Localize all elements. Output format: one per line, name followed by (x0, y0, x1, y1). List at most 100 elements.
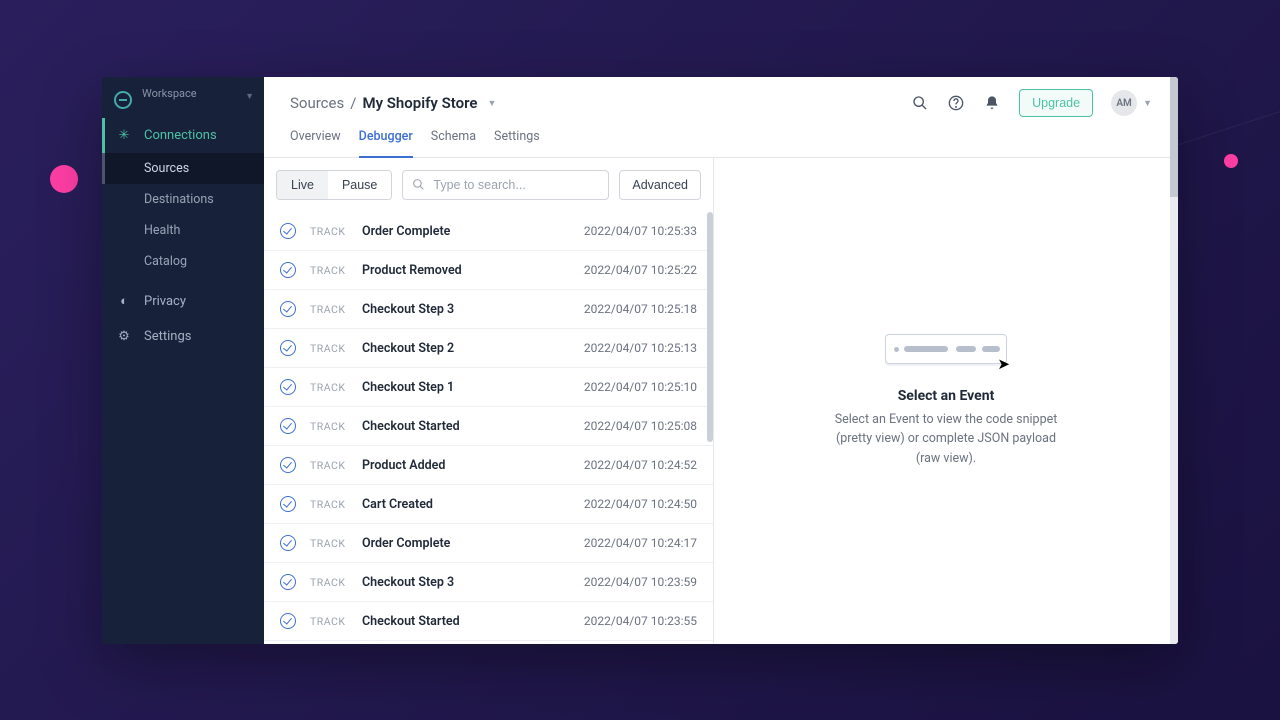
event-row[interactable]: TRACKOrder Complete2022/04/07 10:25:33 (264, 212, 713, 251)
scrollbar[interactable] (707, 212, 713, 442)
check-circle-icon (280, 262, 296, 278)
nav-privacy[interactable]: ◐ Privacy (102, 283, 264, 319)
live-pause-toggle: Live Pause (276, 170, 392, 200)
gear-icon: ⚙ (116, 329, 132, 344)
chevron-down-icon[interactable]: ▼ (1143, 98, 1152, 109)
scrollbar[interactable] (1170, 77, 1178, 644)
bell-icon[interactable] (983, 94, 1001, 112)
event-timestamp: 2022/04/07 10:25:18 (584, 302, 697, 316)
nav-settings[interactable]: ⚙ Settings (102, 319, 264, 354)
breadcrumb-current[interactable]: My Shopify Store (362, 94, 477, 112)
event-row[interactable]: TRACKCheckout Started2022/04/07 10:23:55 (264, 602, 713, 641)
sidebar: Workspace ▼ ✳ Connections Sources Destin… (102, 77, 264, 644)
event-name: Order Complete (362, 224, 584, 239)
event-row[interactable]: TRACKCheckout Step 22022/04/07 10:25:13 (264, 329, 713, 368)
event-timestamp: 2022/04/07 10:24:17 (584, 536, 697, 550)
decor-dot (50, 165, 78, 193)
event-timestamp: 2022/04/07 10:23:55 (584, 614, 697, 628)
event-name: Checkout Started (362, 419, 584, 434)
event-row[interactable]: TRACKProduct Added2022/04/07 10:24:52 (264, 446, 713, 485)
tab-overview[interactable]: Overview (290, 129, 341, 157)
event-type: TRACK (310, 537, 362, 550)
event-row[interactable]: TRACKCart Created2022/04/07 10:24:50 (264, 485, 713, 524)
help-icon[interactable] (947, 94, 965, 112)
check-circle-icon (280, 535, 296, 551)
event-type: TRACK (310, 615, 362, 628)
logo-icon (114, 91, 132, 109)
event-timestamp: 2022/04/07 10:25:13 (584, 341, 697, 355)
event-type: TRACK (310, 303, 362, 316)
connections-icon: ✳ (116, 128, 132, 143)
check-circle-icon (280, 496, 296, 512)
event-row[interactable]: TRACKCheckout Step 32022/04/07 10:25:18 (264, 290, 713, 329)
event-list-pane: Live Pause Advanced TRACKOrder Complete2… (264, 158, 714, 644)
event-name: Checkout Step 2 (362, 341, 584, 356)
check-circle-icon (280, 574, 296, 590)
check-circle-icon (280, 223, 296, 239)
event-name: Cart Created (362, 497, 584, 512)
cursor-icon: ➤ (997, 355, 1010, 373)
app-window: Workspace ▼ ✳ Connections Sources Destin… (102, 77, 1178, 644)
event-row[interactable]: TRACKProduct Removed2022/04/07 10:25:22 (264, 251, 713, 290)
subnav-destinations[interactable]: Destinations (102, 184, 264, 215)
tab-settings[interactable]: Settings (494, 129, 540, 157)
event-row[interactable]: TRACKOrder Complete2022/04/07 10:24:17 (264, 524, 713, 563)
event-timestamp: 2022/04/07 10:24:50 (584, 497, 697, 511)
pause-button[interactable]: Pause (328, 171, 391, 199)
breadcrumb: Sources / My Shopify Store ▼ (290, 94, 496, 112)
list-toolbar: Live Pause Advanced (264, 158, 713, 212)
empty-state-graphic: ➤ (885, 334, 1007, 364)
check-circle-icon (280, 301, 296, 317)
decor-dot (1224, 154, 1238, 168)
tabs: Overview Debugger Schema Settings (264, 123, 1178, 158)
live-button[interactable]: Live (277, 171, 328, 199)
search-input[interactable] (402, 170, 609, 200)
search-icon[interactable] (911, 94, 929, 112)
event-timestamp: 2022/04/07 10:23:59 (584, 575, 697, 589)
chevron-down-icon: ▼ (245, 91, 254, 102)
event-row[interactable]: TRACKCheckout Step 12022/04/07 10:25:10 (264, 368, 713, 407)
nav-label: Privacy (144, 294, 186, 309)
workspace-label: Workspace (142, 87, 197, 100)
tab-debugger[interactable]: Debugger (359, 129, 413, 158)
nav-label: Settings (144, 329, 191, 344)
nav-connections[interactable]: ✳ Connections (102, 118, 264, 153)
subnav-catalog[interactable]: Catalog (102, 246, 264, 277)
event-name: Checkout Step 3 (362, 302, 584, 317)
check-circle-icon (280, 418, 296, 434)
workspace-name (142, 100, 197, 112)
event-type: TRACK (310, 381, 362, 394)
check-circle-icon (280, 457, 296, 473)
event-timestamp: 2022/04/07 10:25:33 (584, 224, 697, 238)
empty-state-title: Select an Event (898, 388, 995, 404)
event-row[interactable]: TRACKCheckout Started2022/04/07 10:25:08 (264, 407, 713, 446)
main: Sources / My Shopify Store ▼ Upgrade AM (264, 77, 1178, 644)
workspace-switcher[interactable]: Workspace ▼ (102, 77, 264, 118)
nav-label: Connections (144, 128, 217, 143)
event-type: TRACK (310, 576, 362, 589)
breadcrumb-sep: / (350, 94, 356, 112)
check-circle-icon (280, 379, 296, 395)
breadcrumb-root[interactable]: Sources (290, 94, 344, 112)
event-type: TRACK (310, 498, 362, 511)
event-timestamp: 2022/04/07 10:25:08 (584, 419, 697, 433)
upgrade-button[interactable]: Upgrade (1019, 89, 1093, 117)
event-name: Checkout Step 1 (362, 380, 584, 395)
event-name: Checkout Started (362, 614, 584, 629)
topbar-actions: Upgrade AM ▼ (911, 89, 1152, 117)
event-name: Product Added (362, 458, 584, 473)
content: Live Pause Advanced TRACKOrder Complete2… (264, 158, 1178, 644)
event-timestamp: 2022/04/07 10:25:22 (584, 263, 697, 277)
detail-pane: ➤ Select an Event Select an Event to vie… (714, 158, 1178, 644)
subnav-sources[interactable]: Sources (102, 153, 264, 184)
tab-schema[interactable]: Schema (431, 129, 476, 157)
chevron-down-icon[interactable]: ▼ (487, 98, 496, 109)
event-timestamp: 2022/04/07 10:25:10 (584, 380, 697, 394)
avatar[interactable]: AM (1111, 90, 1137, 116)
advanced-button[interactable]: Advanced (619, 170, 701, 200)
check-circle-icon (280, 340, 296, 356)
topbar: Sources / My Shopify Store ▼ Upgrade AM (264, 77, 1178, 123)
empty-state-desc: Select an Event to view the code snippet… (831, 410, 1061, 468)
subnav-health[interactable]: Health (102, 215, 264, 246)
event-row[interactable]: TRACKCheckout Step 32022/04/07 10:23:59 (264, 563, 713, 602)
